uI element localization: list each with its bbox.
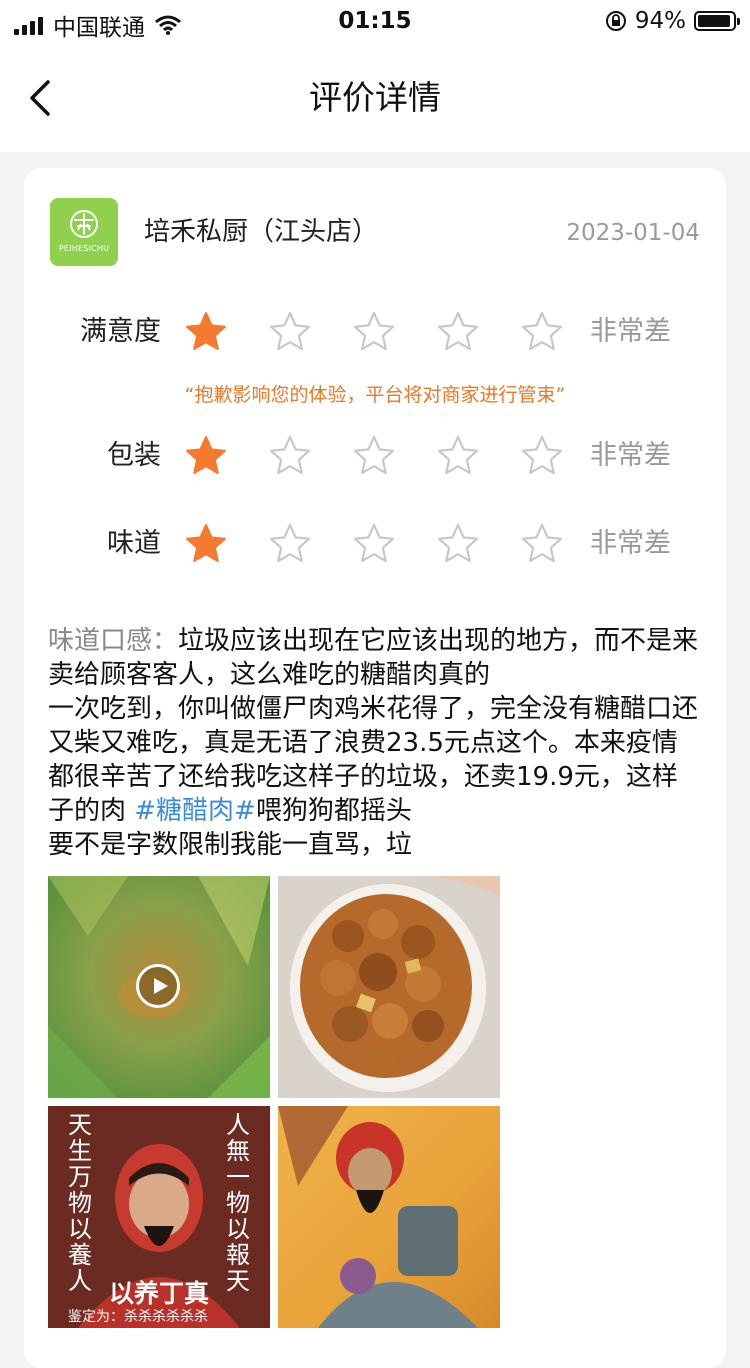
star-empty-icon[interactable] xyxy=(352,522,396,566)
rating-row-taste: 味道 非常差 xyxy=(24,514,726,574)
battery-icon xyxy=(694,11,740,31)
meme-text-left: 天生万物以養人 xyxy=(68,1111,92,1295)
review-photo-meme-1[interactable]: 天生万物以養人 人無一物以報天 以养丁真 鉴定为：杀杀杀杀杀杀 xyxy=(48,1106,270,1328)
food-photo-image xyxy=(278,876,500,1098)
play-icon[interactable] xyxy=(136,964,180,1008)
shop-name[interactable]: 培禾私厨（江头店） xyxy=(144,214,378,250)
page-title: 评价详情 xyxy=(309,78,441,117)
rating-status: 非常差 xyxy=(590,440,671,471)
rating-label: 包装 xyxy=(107,440,161,471)
meme-text-right: 人無一物以報天 xyxy=(226,1111,250,1295)
review-text: 味道口感：垃圾应该出现在它应该出现的地方，而不是来卖给顾客客人，这么难吃的糖醋肉… xyxy=(48,624,700,862)
rating-row-packaging: 包装 非常差 xyxy=(24,426,726,486)
star-filled-icon[interactable] xyxy=(184,522,228,566)
review-photo-food[interactable] xyxy=(278,876,500,1098)
star-empty-icon[interactable] xyxy=(520,310,564,354)
shop-logo-text: PEIHESICHU xyxy=(58,244,110,253)
star-empty-icon[interactable] xyxy=(268,310,312,354)
star-empty-icon[interactable] xyxy=(268,434,312,478)
rating-status: 非常差 xyxy=(590,316,671,347)
star-empty-icon[interactable] xyxy=(520,522,564,566)
star-empty-icon[interactable] xyxy=(436,522,480,566)
star-empty-icon[interactable] xyxy=(520,434,564,478)
review-photo-meme-2[interactable] xyxy=(278,1106,500,1328)
meme-caption: 以养丁真 xyxy=(108,1279,209,1308)
rating-label: 味道 xyxy=(107,528,161,559)
rating-label: 满意度 xyxy=(80,316,161,347)
apology-notice: “抱歉影响您的体验，平台将对商家进行管束” xyxy=(184,384,566,406)
status-bar: 中国联通 01:15 94% xyxy=(0,0,750,44)
star-filled-icon[interactable] xyxy=(184,434,228,478)
hashtag-link[interactable]: #糖醋肉# xyxy=(134,796,256,826)
meme-bottom-text: 鉴定为：杀杀杀杀杀杀 xyxy=(68,1309,208,1325)
star-empty-icon[interactable] xyxy=(352,434,396,478)
review-text-3: 喂狗狗都摇头 xyxy=(255,796,412,826)
review-text-4: 要不是字数限制我能一直骂，垃 xyxy=(48,830,413,860)
meme-photo-image-2 xyxy=(278,1106,500,1328)
review-card: PEIHESICHU 培禾私厨（江头店） 2023-01-04 满意度 非常差 … xyxy=(24,168,726,1368)
review-date: 2023-01-04 xyxy=(566,220,700,246)
status-right: 94% xyxy=(605,8,740,34)
rating-row-satisfaction: 满意度 非常差 xyxy=(24,302,726,362)
nav-bar: 评价详情 xyxy=(0,44,750,152)
review-video-thumbnail[interactable] xyxy=(48,876,270,1098)
star-empty-icon[interactable] xyxy=(352,310,396,354)
star-filled-icon[interactable] xyxy=(184,310,228,354)
review-label: 味道口感： xyxy=(48,626,179,656)
star-empty-icon[interactable] xyxy=(436,310,480,354)
shop-logo-mark xyxy=(70,210,98,238)
rating-status: 非常差 xyxy=(590,528,671,559)
star-empty-icon[interactable] xyxy=(268,522,312,566)
star-empty-icon[interactable] xyxy=(436,434,480,478)
battery-percent: 94% xyxy=(634,8,686,34)
shop-logo[interactable]: PEIHESICHU xyxy=(50,198,118,266)
rotation-lock-icon xyxy=(605,11,626,31)
